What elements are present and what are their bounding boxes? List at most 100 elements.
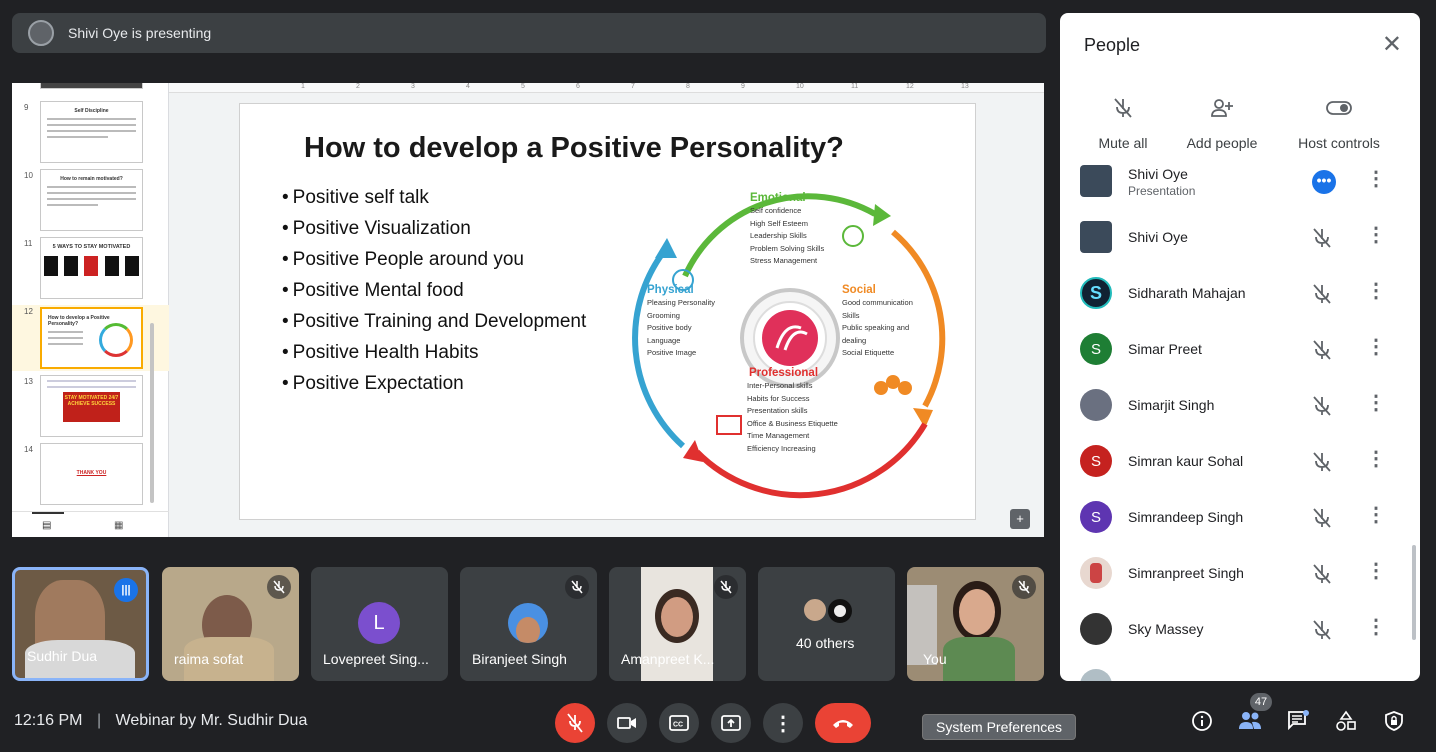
more-options-icon[interactable]: ⋮ — [1366, 449, 1386, 469]
tile-sudhir-dua[interactable]: ||| Sudhir Dua — [12, 567, 149, 681]
slide-number: 11 — [24, 239, 33, 248]
emotional-heading: Emotional — [750, 192, 806, 204]
physical-heading: Physical — [647, 284, 694, 296]
toggle-icon — [1284, 93, 1394, 123]
professional-section: Professional Inter-Personal skills Habit… — [747, 366, 838, 455]
activities-button[interactable] — [1335, 710, 1357, 737]
tile-name: You — [923, 651, 947, 667]
participant-row[interactable]: Shivi Oye ⋮ — [1060, 211, 1420, 267]
thumbnail-scrollbar[interactable] — [150, 323, 154, 503]
bullet-item: Positive Visualization — [282, 213, 586, 244]
ruler-tick-label: 1 — [301, 83, 305, 90]
leave-call-button[interactable] — [815, 703, 871, 743]
camera-toggle-button[interactable] — [607, 703, 647, 743]
ruler-tick-label: 6 — [576, 83, 580, 90]
participant-name: Simranpreet Singh — [1128, 565, 1244, 581]
emotional-item: High Self Esteem — [750, 218, 808, 228]
presenting-icon: ••• — [1312, 170, 1336, 194]
mic-off-icon — [714, 575, 738, 599]
more-options-icon[interactable]: ⋮ — [1366, 393, 1386, 413]
add-people-button[interactable]: Add people — [1167, 93, 1277, 151]
avatar — [508, 603, 548, 643]
professional-item: Habits for Success — [747, 393, 810, 403]
slide-thumbnail[interactable]: 5 WAYS TO STAY MOTIVATED — [40, 237, 143, 299]
tile-others[interactable]: 40 others — [758, 567, 895, 681]
mute-all-button[interactable]: Mute all — [1068, 93, 1178, 151]
social-item: dealing — [842, 335, 867, 345]
tile-raima-sofat[interactable]: raima sofat — [162, 567, 299, 681]
bullet-item: Positive Training and Development — [282, 306, 587, 337]
participant-name: Simrandeep Singh — [1128, 509, 1244, 525]
mic-off-icon — [565, 575, 589, 599]
host-controls-shield-button[interactable] — [1383, 710, 1405, 737]
add-people-label: Add people — [1186, 135, 1258, 151]
chat-button[interactable] — [1287, 710, 1309, 737]
grid-view-icon[interactable]: ▦ — [114, 520, 123, 531]
participant-row[interactable]: S Sidharath Mahajan ⋮ — [1060, 267, 1420, 323]
slide-thumbnail-8-partial[interactable] — [40, 83, 143, 89]
more-options-icon[interactable]: ⋮ — [1366, 337, 1386, 357]
slide-thumbnail-selected[interactable]: How to develop a Positive Personality? — [40, 307, 143, 369]
participant-row[interactable]: Shivi Oye Presentation ••• ⋮ — [1060, 155, 1420, 211]
presenter-avatar — [28, 20, 54, 46]
participant-row[interactable]: Simarjit Singh ⋮ — [1060, 379, 1420, 435]
participant-row[interactable]: S Simran kaur Sohal ⋮ — [1060, 435, 1420, 491]
list-view-icon[interactable]: ▤ — [42, 520, 51, 531]
more-options-icon[interactable]: ⋮ — [1366, 561, 1386, 581]
tile-amanpreet-k[interactable]: Amanpreet K... — [609, 567, 746, 681]
participant-row[interactable]: S Simar Preet ⋮ — [1060, 323, 1420, 379]
captions-button[interactable]: CC — [659, 703, 699, 743]
social-item: Social Etiquette — [842, 348, 895, 357]
more-options-icon[interactable]: ⋮ — [1366, 169, 1386, 189]
slide-thumbnail[interactable]: How to remain motivated? — [40, 169, 143, 231]
physical-item: Grooming — [647, 310, 680, 320]
participant-count-badge: 47 — [1250, 693, 1272, 711]
professional-heading: Professional — [749, 367, 819, 379]
host-controls-button[interactable]: Host controls — [1284, 93, 1394, 151]
more-options-icon[interactable]: ⋮ — [1366, 225, 1386, 245]
more-options-icon[interactable]: ⋮ — [1366, 617, 1386, 637]
participant-name: Sky Massey — [1128, 621, 1204, 637]
participant-row[interactable]: Sky Massey ⋮ — [1060, 603, 1420, 659]
add-comment-icon[interactable]: + — [1010, 509, 1030, 529]
more-options-icon[interactable]: ⋮ — [1366, 281, 1386, 301]
close-icon[interactable]: ✕ — [1382, 33, 1402, 57]
avatar — [1080, 221, 1112, 253]
mic-off-icon — [1312, 395, 1332, 422]
tile-biranjeet-singh[interactable]: Biranjeet Singh — [460, 567, 597, 681]
professional-item: Presentation skills — [747, 406, 808, 415]
mic-off-icon — [1312, 227, 1332, 254]
ruler-tick-label: 4 — [466, 83, 470, 90]
people-scrollbar[interactable] — [1412, 545, 1416, 640]
tile-lovepreet-singh[interactable]: L Lovepreet Sing... — [311, 567, 448, 681]
physical-item: Language — [647, 335, 681, 345]
tile-you[interactable]: You — [907, 567, 1044, 681]
participant-row[interactable]: S Simrandeep Singh ⋮ — [1060, 491, 1420, 547]
ruler-tick-label: 13 — [961, 83, 969, 90]
social-item: Skills — [842, 310, 860, 320]
professional-item: Office & Business Etiquette — [747, 418, 838, 428]
tile-name: raima sofat — [174, 651, 244, 667]
more-options-icon[interactable]: ⋮ — [1366, 505, 1386, 525]
participant-row[interactable]: Simranpreet Singh ⋮ — [1060, 547, 1420, 603]
slide-number: 14 — [24, 445, 33, 454]
present-now-button[interactable] — [711, 703, 751, 743]
mic-off-icon — [1312, 339, 1332, 366]
more-options-button[interactable]: ⋮ — [763, 703, 803, 743]
emotional-item: Self confidence — [750, 206, 802, 215]
professional-item: Time Management — [747, 431, 810, 440]
tile-name: Sudhir Dua — [27, 648, 98, 664]
participant-name: Shivi Oye — [1128, 229, 1188, 245]
participant-row-partial[interactable] — [1060, 659, 1420, 681]
thumbnail-view-switcher: ▤ ▦ — [12, 511, 169, 537]
people-button[interactable] — [1238, 710, 1262, 735]
slide-thumbnail[interactable]: THANK YOU — [40, 443, 143, 505]
slide-thumbnail[interactable]: STAY MOTIVATED 24/7 ACHIEVE SUCCESS — [40, 375, 143, 437]
microphone-toggle-button[interactable] — [555, 703, 595, 743]
slide-thumbnail-panel[interactable]: 9 Self Discipline 10 How to remain motiv… — [12, 83, 169, 537]
meeting-details-button[interactable] — [1191, 710, 1213, 737]
participant-name: Simran kaur Sohal — [1128, 453, 1244, 469]
slide-thumbnail[interactable]: Self Discipline — [40, 101, 143, 163]
emotional-item: Problem Solving Skills — [750, 243, 825, 253]
clock-time: 12:16 PM — [14, 712, 83, 729]
